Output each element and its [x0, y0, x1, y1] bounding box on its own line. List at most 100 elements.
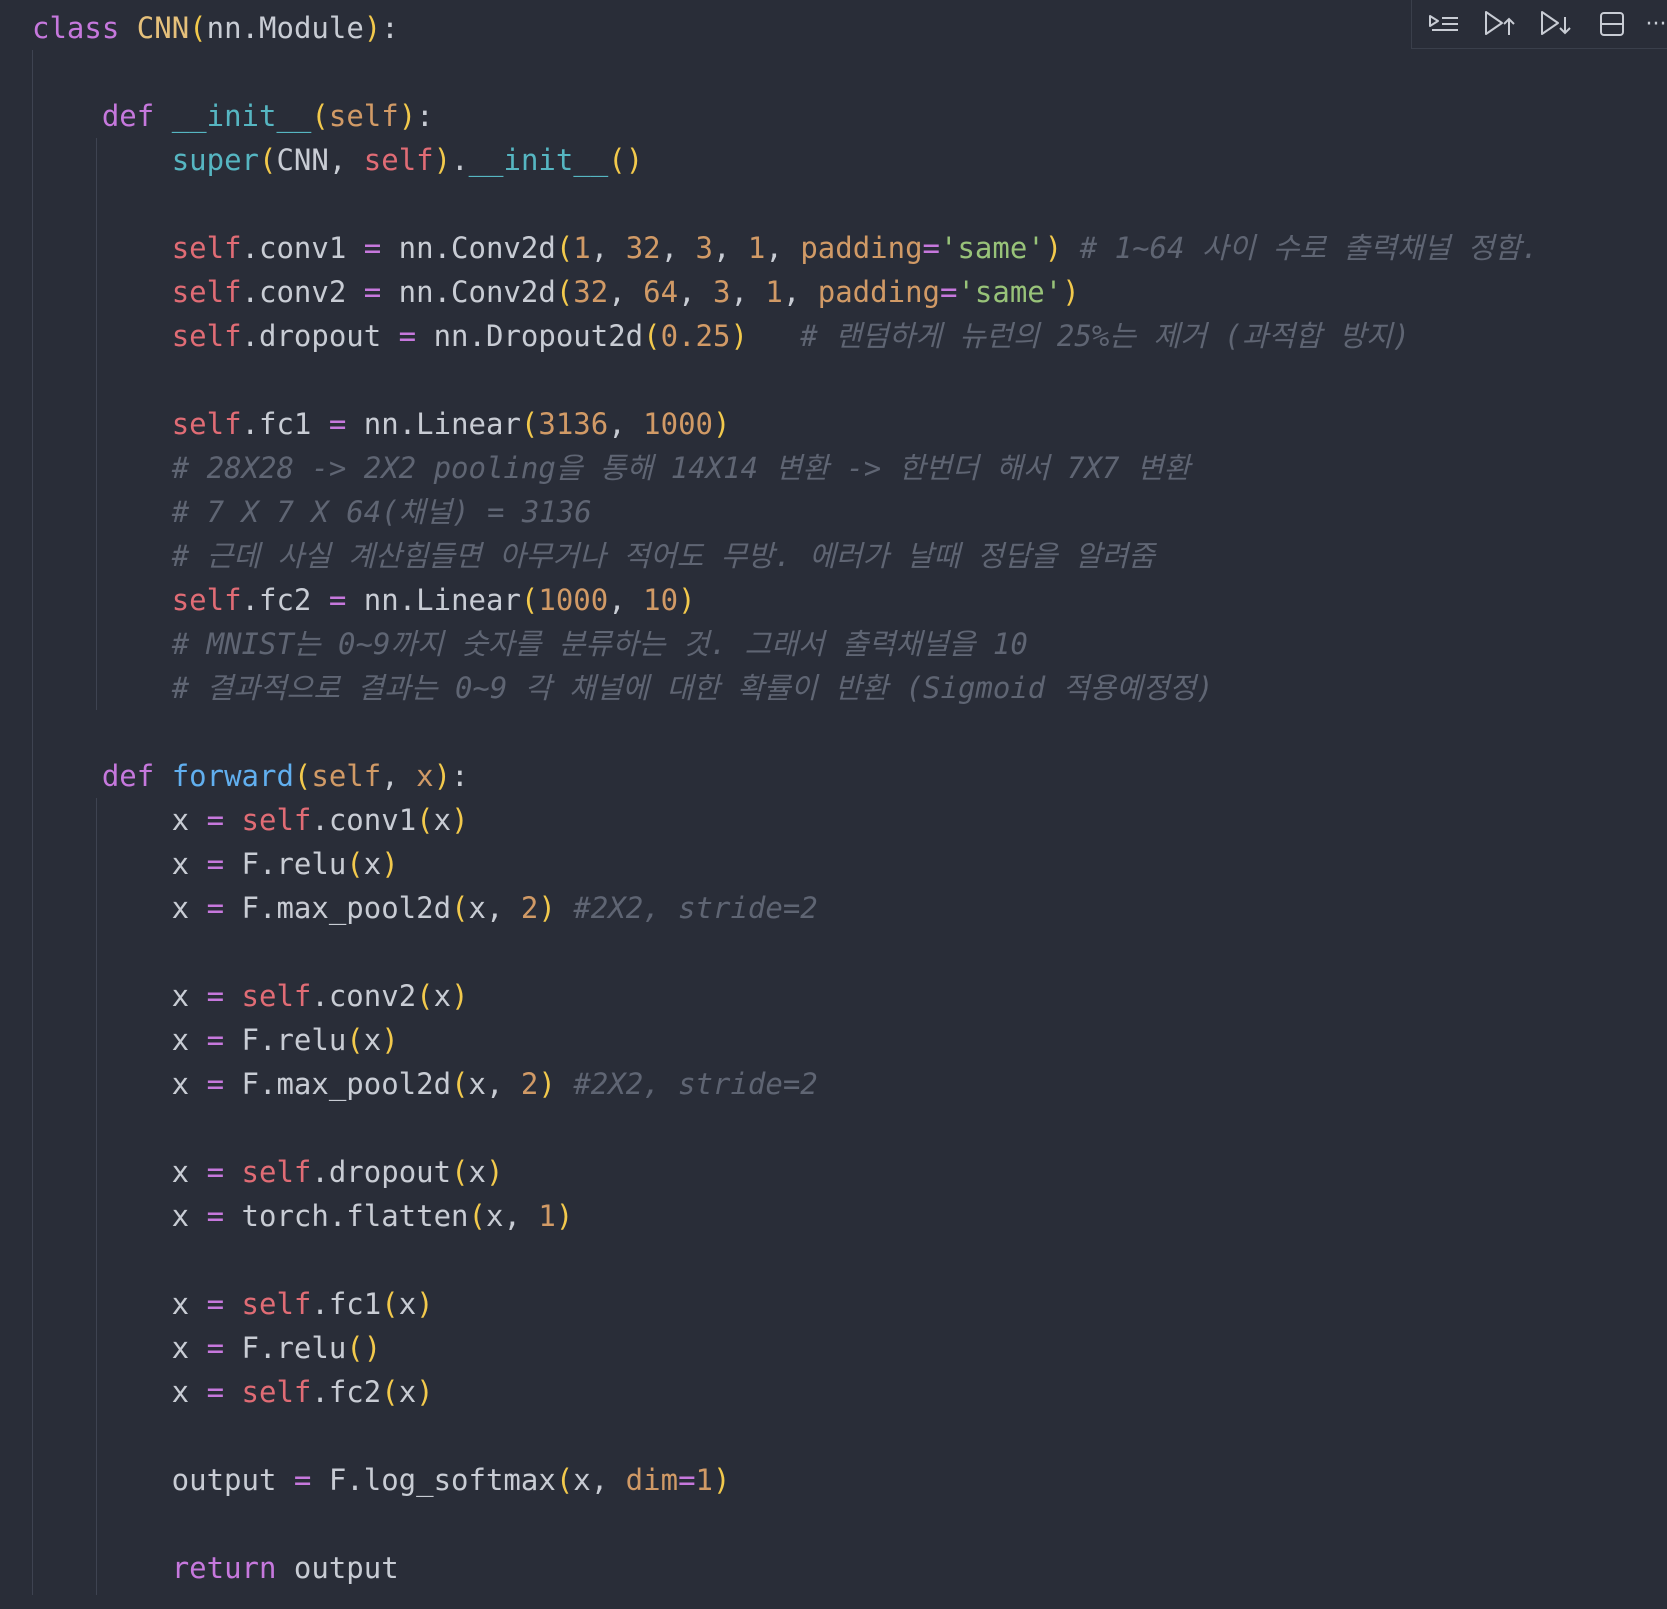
code-token-plain: F.log_softmax	[311, 1463, 556, 1497]
code-token-paren: ()	[608, 143, 644, 177]
code-token-number: 10	[643, 583, 679, 617]
code-token-plain: .fc1	[241, 407, 329, 441]
code-line[interactable]: self.fc2 = nn.Linear(1000, 10)	[32, 578, 696, 622]
code-token-plain: x	[32, 1023, 207, 1057]
code-line[interactable]: x = self.fc1(x)	[32, 1282, 434, 1326]
code-token-plain: x	[363, 847, 382, 881]
code-line[interactable]: x = F.relu(x)	[32, 1018, 399, 1062]
code-token-op: =	[328, 407, 347, 441]
code-line[interactable]: self.conv1 = nn.Conv2d(1, 32, 3, 1, padd…	[32, 226, 1539, 270]
code-line[interactable]: x = torch.flatten(x, 1)	[32, 1194, 574, 1238]
code-token-plain: x	[32, 1199, 207, 1233]
code-line[interactable]: def forward(self, x):	[32, 754, 469, 798]
code-token-plain: nn.Linear	[346, 407, 521, 441]
split-cell-button[interactable]	[1590, 4, 1634, 44]
code-token-number: 1	[573, 231, 591, 265]
code-line[interactable]: x = F.max_pool2d(x, 2) #2X2, stride=2	[32, 886, 818, 930]
code-line[interactable]: x = self.conv1(x)	[32, 798, 469, 842]
code-line[interactable]: class CNN(nn.Module):	[32, 6, 399, 50]
code-line[interactable]: return output	[32, 1546, 399, 1590]
code-line[interactable]: x = self.fc2(x)	[32, 1370, 434, 1414]
code-token-plain: ,	[678, 275, 713, 309]
code-token-param: self	[328, 99, 399, 133]
code-line[interactable]: # 근데 사실 계산힘들면 아무거나 적어도 무방. 에러가 날때 정답을 알려…	[32, 534, 1155, 578]
code-token-comment: # MNIST는 0~9까지 숫자를 분류하는 것. 그래서 출력채널을 10	[171, 627, 1028, 661]
code-token-number: 0.25	[660, 319, 731, 353]
code-token-paren: (	[189, 11, 207, 45]
code-token-paren: (	[451, 1155, 469, 1189]
code-line[interactable]: self.dropout = nn.Dropout2d(0.25) # 랜덤하게…	[32, 314, 1410, 358]
code-token-plain: x	[32, 847, 207, 881]
code-token-op: =	[206, 1287, 225, 1321]
code-token-plain: torch.flatten	[224, 1199, 469, 1233]
code-token-plain: x	[32, 1287, 207, 1321]
code-token-keyword: return	[171, 1551, 277, 1585]
code-token-paren: )	[416, 1287, 434, 1321]
code-line[interactable]: # 28X28 -> 2X2 pooling을 통해 14X14 변환 -> 한…	[32, 446, 1191, 490]
code-line[interactable]: x = self.dropout(x)	[32, 1150, 504, 1194]
code-token-plain: .conv2	[311, 979, 417, 1013]
code-line[interactable]: super(CNN, self).__init__()	[32, 138, 643, 182]
code-line[interactable]: # 결과적으로 결과는 0~9 각 채널에 대한 확률이 반환 (Sigmoid…	[32, 666, 1214, 710]
code-token-plain: ,	[381, 759, 417, 793]
code-line[interactable]: self.fc1 = nn.Linear(3136, 1000)	[32, 402, 731, 446]
code-line[interactable]: self.conv2 = nn.Conv2d(32, 64, 3, 1, pad…	[32, 270, 1080, 314]
code-line[interactable]: x = F.relu()	[32, 1326, 382, 1370]
code-token-plain: nn.Linear	[346, 583, 521, 617]
code-token-plain: .conv2	[241, 275, 364, 309]
code-line[interactable]: x = F.relu(x)	[32, 842, 399, 886]
run-by-line-icon	[1429, 15, 1458, 31]
code-token-op: =	[206, 1199, 225, 1233]
code-token-plain: ,	[608, 275, 644, 309]
code-token-comment: # 7 X 7 X 64(채널) = 3136	[171, 495, 592, 529]
execute-below-button[interactable]	[1534, 4, 1578, 44]
code-token-plain: x	[32, 1331, 207, 1365]
code-token-plain: x	[468, 1155, 487, 1189]
code-token-self: self	[363, 143, 434, 177]
code-token-keyword: def	[101, 99, 155, 133]
code-token-number: 1000	[538, 583, 609, 617]
run-by-line-button[interactable]	[1422, 4, 1466, 44]
code-line[interactable]: # 7 X 7 X 64(채널) = 3136	[32, 490, 592, 534]
code-token-plain: ,	[765, 231, 801, 265]
more-actions-button[interactable]: ···	[1645, 4, 1667, 44]
code-token-paren: )	[398, 99, 417, 133]
code-token-plain: x	[32, 803, 207, 837]
code-token-op: =	[206, 1067, 225, 1101]
code-token-comment: # 근데 사실 계산힘들면 아무거나 적어도 무방. 에러가 날때 정답을 알려…	[171, 539, 1155, 573]
code-line[interactable]: x = self.conv2(x)	[32, 974, 469, 1018]
code-token-dunder: __init__	[171, 99, 312, 133]
code-token-plain: nn.Conv2d	[381, 231, 556, 265]
code-token-paren: )	[538, 891, 556, 925]
code-token-op: =	[922, 231, 940, 265]
code-editor[interactable]: class CNN(nn.Module): def __init__(self)…	[0, 0, 1667, 1609]
code-token-self: self	[241, 803, 312, 837]
code-token-param: self	[311, 759, 382, 793]
code-token-paren: ()	[346, 1331, 382, 1365]
code-token-paren: )	[678, 583, 696, 617]
code-line[interactable]: x = F.max_pool2d(x, 2) #2X2, stride=2	[32, 1062, 818, 1106]
code-token-punct: :	[451, 759, 469, 793]
code-token-paren: (	[259, 143, 277, 177]
code-token-plain: .fc2	[311, 1375, 382, 1409]
code-token-number: 1	[538, 1199, 556, 1233]
more-icon: ···	[1645, 11, 1667, 37]
code-token-paren: )	[713, 1463, 731, 1497]
code-token-plain: ,	[608, 407, 644, 441]
code-token-number: 64	[643, 275, 679, 309]
code-token-paren: (	[643, 319, 661, 353]
code-token-paren: (	[381, 1375, 399, 1409]
code-token-plain: nn.Dropout2d	[416, 319, 644, 353]
code-token-paren: (	[416, 979, 434, 1013]
code-token-plain: F.max_pool2d	[224, 891, 452, 925]
code-line[interactable]: # MNIST는 0~9까지 숫자를 분류하는 것. 그래서 출력채널을 10	[32, 622, 1028, 666]
code-line[interactable]: output = F.log_softmax(x, dim=1)	[32, 1458, 731, 1502]
code-token-kwarg: padding	[800, 231, 923, 265]
code-token-punct: :	[381, 11, 399, 45]
code-token-number: 2	[520, 1067, 539, 1101]
code-token-paren: (	[451, 891, 469, 925]
execute-above-button[interactable]	[1478, 4, 1522, 44]
code-line[interactable]: def __init__(self):	[32, 94, 434, 138]
